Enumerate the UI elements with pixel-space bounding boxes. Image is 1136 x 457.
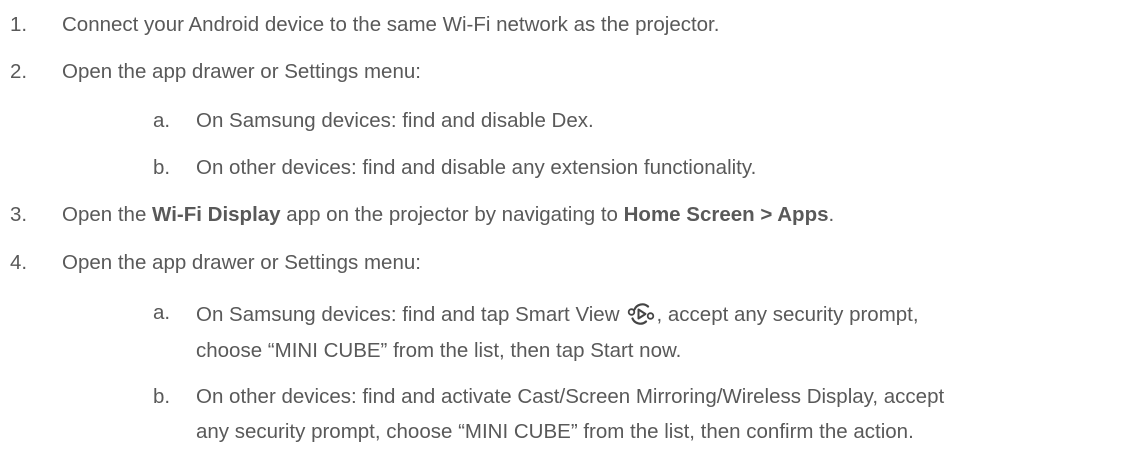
navigation-path-emphasis: Home Screen > Apps bbox=[623, 203, 829, 226]
substep-letter: a. bbox=[153, 109, 171, 132]
substep-text-part: , accept any security prompt, bbox=[656, 303, 919, 326]
substep-letter: a. bbox=[153, 301, 171, 324]
substep-text: On Samsung devices: find and disable Dex… bbox=[196, 109, 594, 132]
substep-letter: b. bbox=[153, 156, 171, 179]
step-text-part: Open the bbox=[62, 203, 153, 226]
step-text: Open the app drawer or Settings menu: bbox=[62, 60, 421, 83]
step-number: 4. bbox=[10, 251, 28, 274]
step-text: Open the app drawer or Settings menu: bbox=[62, 251, 421, 274]
step-text-part: app on the projector by navigating to bbox=[280, 203, 624, 226]
step-number: 2. bbox=[10, 60, 28, 83]
substep-text: any security prompt, choose “MINI CUBE” … bbox=[196, 420, 914, 443]
substep-letter: b. bbox=[153, 385, 171, 408]
step-text-part: . bbox=[828, 203, 835, 226]
step-number: 3. bbox=[10, 203, 28, 226]
substep-text: On Samsung devices: find and tap Smart V… bbox=[196, 301, 919, 327]
substep-text: On other devices: find and disable any e… bbox=[196, 156, 757, 179]
instruction-document: 1. Connect your Android device to the sa… bbox=[0, 0, 1136, 457]
step-text: Connect your Android device to the same … bbox=[62, 13, 720, 36]
substep-text: On other devices: find and activate Cast… bbox=[196, 385, 945, 408]
step-text: Open the Wi-Fi Display app on the projec… bbox=[62, 203, 834, 227]
smart-view-icon bbox=[626, 301, 656, 327]
substep-text-part: On Samsung devices: find and tap Smart V… bbox=[196, 303, 620, 326]
substep-text: choose “MINI CUBE” from the list, then t… bbox=[196, 339, 682, 362]
step-number: 1. bbox=[10, 13, 28, 36]
app-name-emphasis: Wi-Fi Display bbox=[152, 203, 281, 226]
